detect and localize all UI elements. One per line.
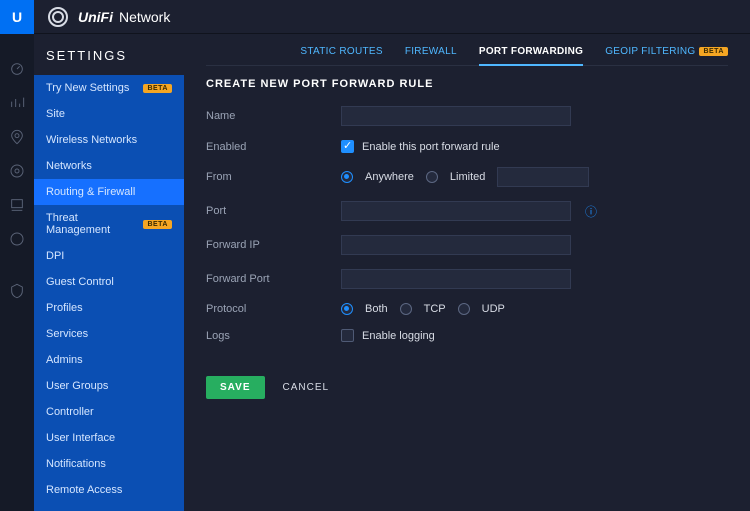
sidebar-item-guest-control[interactable]: Guest Control — [34, 269, 184, 295]
tab-static-routes[interactable]: STATIC ROUTES — [300, 46, 382, 57]
proto-udp-radio[interactable] — [458, 303, 470, 315]
sidebar-item-label: Site — [46, 108, 65, 120]
sidebar-item-admins[interactable]: Admins — [34, 347, 184, 373]
sidebar-item-label: Try New Settings — [46, 82, 129, 94]
sidebar-item-elite-device[interactable]: Elite Device — [34, 503, 184, 511]
dashboard-icon[interactable] — [0, 52, 34, 86]
label-port: Port — [206, 205, 341, 217]
beta-badge: BETA — [143, 220, 172, 229]
devices-icon[interactable] — [0, 154, 34, 188]
sidebar-item-label: Routing & Firewall — [46, 186, 135, 198]
label-enabled: Enabled — [206, 141, 341, 153]
from-limited-radio[interactable] — [426, 171, 438, 183]
sidebar-item-label: Networks — [46, 160, 92, 172]
sidebar-item-services[interactable]: Services — [34, 321, 184, 347]
label-from: From — [206, 171, 341, 183]
logs-checkbox[interactable] — [341, 329, 354, 342]
security-icon[interactable] — [0, 274, 34, 308]
network-icon — [48, 7, 68, 27]
enabled-checkbox[interactable] — [341, 140, 354, 153]
from-limited-label: Limited — [450, 171, 485, 183]
sidebar-item-profiles[interactable]: Profiles — [34, 295, 184, 321]
brand-sub: Network — [119, 9, 170, 25]
map-icon[interactable] — [0, 120, 34, 154]
sidebar-item-try-new-settings[interactable]: Try New Settings BETA — [34, 75, 184, 101]
sidebar-item-wireless-networks[interactable]: Wireless Networks — [34, 127, 184, 153]
proto-tcp-label: TCP — [424, 303, 446, 315]
tab-label: FIREWALL — [405, 46, 457, 57]
sidebar-item-label: User Interface — [46, 432, 115, 444]
forward-port-input[interactable] — [341, 269, 571, 289]
sidebar-item-notifications[interactable]: Notifications — [34, 451, 184, 477]
sidebar-item-user-groups[interactable]: User Groups — [34, 373, 184, 399]
beta-badge: BETA — [143, 84, 172, 93]
proto-both-radio[interactable] — [341, 303, 353, 315]
tab-label: PORT FORWARDING — [479, 46, 583, 57]
tab-port-forwarding[interactable]: PORT FORWARDING — [479, 46, 583, 57]
sidebar-item-label: Profiles — [46, 302, 83, 314]
sidebar-item-user-interface[interactable]: User Interface — [34, 425, 184, 451]
from-anywhere-radio[interactable] — [341, 171, 353, 183]
port-input[interactable] — [341, 201, 571, 221]
tab-label: GEOIP FILTERING — [605, 46, 695, 57]
sidebar-item-remote-access[interactable]: Remote Access — [34, 477, 184, 503]
sidebar-item-label: Remote Access — [46, 484, 122, 496]
sidebar-item-label: DPI — [46, 250, 64, 262]
tab-firewall[interactable]: FIREWALL — [405, 46, 457, 57]
beta-badge: BETA — [699, 47, 728, 56]
info-icon[interactable]: ⓘ — [585, 203, 597, 220]
proto-tcp-radio[interactable] — [400, 303, 412, 315]
tab-label: STATIC ROUTES — [300, 46, 382, 57]
forward-ip-input[interactable] — [341, 235, 571, 255]
settings-sidebar: SETTINGS Try New Settings BETA Site Wireles… — [34, 34, 184, 511]
settings-heading: SETTINGS — [34, 34, 184, 75]
from-anywhere-label: Anywhere — [365, 171, 414, 183]
brand-logo[interactable]: U — [0, 0, 34, 34]
from-limited-input[interactable] — [497, 167, 589, 187]
icon-rail: U — [0, 0, 34, 511]
sidebar-item-label: Guest Control — [46, 276, 114, 288]
sidebar-item-site[interactable]: Site — [34, 101, 184, 127]
stats-icon[interactable] — [0, 86, 34, 120]
cancel-button[interactable]: CANCEL — [283, 382, 330, 393]
sidebar-item-label: Controller — [46, 406, 94, 418]
proto-udp-label: UDP — [482, 303, 505, 315]
save-button[interactable]: SAVE — [206, 376, 265, 399]
brand-name: UniFi — [78, 9, 113, 25]
sidebar-item-controller[interactable]: Controller — [34, 399, 184, 425]
sidebar-item-label: User Groups — [46, 380, 108, 392]
label-protocol: Protocol — [206, 303, 341, 315]
logs-label: Enable logging — [362, 330, 435, 342]
content-area: STATIC ROUTES FIREWALL PORT FORWARDING GEOI… — [184, 34, 750, 511]
page-title: CREATE NEW PORT FORWARD RULE — [206, 78, 728, 90]
sidebar-item-threat-management[interactable]: Threat ManagementBETA — [34, 205, 184, 243]
sidebar-item-label: Admins — [46, 354, 83, 366]
label-name: Name — [206, 110, 341, 122]
sidebar-item-dpi[interactable]: DPI — [34, 243, 184, 269]
proto-both-label: Both — [365, 303, 388, 315]
sidebar-item-networks[interactable]: Networks — [34, 153, 184, 179]
label-forward-port: Forward Port — [206, 273, 341, 285]
clients-icon[interactable] — [0, 188, 34, 222]
label-logs: Logs — [206, 330, 341, 342]
sidebar-item-routing-firewall[interactable]: Routing & Firewall — [34, 179, 184, 205]
enabled-label: Enable this port forward rule — [362, 141, 500, 153]
sidebar-item-label: Notifications — [46, 458, 106, 470]
sidebar-item-label: Wireless Networks — [46, 134, 137, 146]
label-forward-ip: Forward IP — [206, 239, 341, 251]
name-input[interactable] — [341, 106, 571, 126]
tabs: STATIC ROUTES FIREWALL PORT FORWARDING GEOI… — [206, 46, 728, 66]
sidebar-item-label: Threat Management — [46, 212, 143, 236]
sidebar-item-label: Services — [46, 328, 88, 340]
tab-geoip-filtering[interactable]: GEOIP FILTERING BETA — [605, 46, 728, 57]
insights-icon[interactable] — [0, 222, 34, 256]
topbar: UniFi Network — [34, 0, 750, 34]
port-forward-form: Name Enabled Enable this port forward ru… — [206, 106, 728, 342]
